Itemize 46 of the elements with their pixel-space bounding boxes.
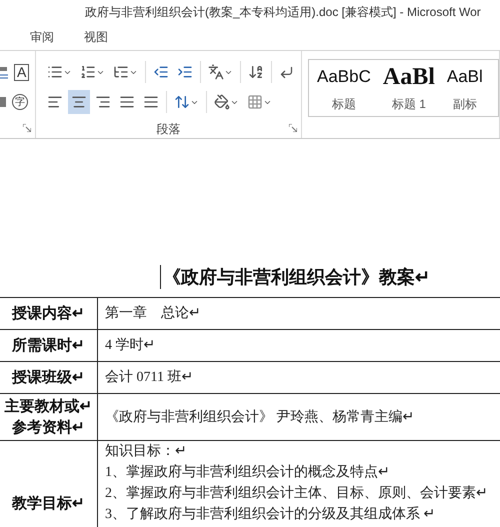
- row-label: 所需课时↵: [12, 336, 85, 356]
- row-label: 教学目标↵: [12, 494, 85, 514]
- language-icon: [208, 64, 224, 80]
- cell-text: 第一章 总论↵: [105, 304, 202, 323]
- ribbon-tab[interactable]: 视图: [84, 28, 108, 46]
- cell-text: 1、掌握政府与非营利组织会计的概念及特点↵: [105, 463, 391, 482]
- align-icon: [95, 94, 111, 110]
- up-down-arrow-icon: [174, 94, 190, 110]
- cell-text: 2、掌握政府与非营利组织会计主体、目标、原则、会计要素↵: [105, 484, 489, 503]
- grid-icon: [247, 94, 263, 110]
- dialog-launcher-icon[interactable]: [23, 124, 31, 132]
- cell-text: 会计 0711 班↵: [105, 368, 194, 387]
- align-icon: [143, 94, 159, 110]
- bullet-list-icon: [47, 64, 63, 80]
- row-label: 参考资料↵: [12, 418, 85, 438]
- row-label: 授课内容↵: [12, 304, 85, 324]
- cell-text: 知识目标：↵: [105, 442, 188, 461]
- sort-icon: [248, 64, 264, 80]
- style-name[interactable]: 标题 1: [392, 96, 426, 112]
- style-name[interactable]: 标题: [332, 96, 356, 112]
- character-border-button[interactable]: A: [14, 64, 30, 80]
- cell-text: 3、了解政府与非营利组织会计的分级及其组成体系 ↵: [105, 505, 436, 524]
- group-label: 段落: [156, 121, 180, 138]
- align-icon: [71, 94, 87, 110]
- multilevel-list-icon: [113, 64, 129, 80]
- ribbon-tab[interactable]: 审阅: [30, 28, 54, 46]
- cell-text: 《政府与非营利组织会计》 尹玲燕、杨常青主编↵: [105, 408, 416, 426]
- align-icon: [119, 94, 135, 110]
- style-preview[interactable]: AaBl: [446, 64, 483, 90]
- numbered-list-icon: [80, 64, 96, 80]
- style-name[interactable]: 副标: [452, 96, 477, 112]
- enclose-character-button[interactable]: 字: [12, 94, 28, 110]
- align-button[interactable]: [68, 90, 90, 114]
- row-label: 主要教材或↵: [4, 396, 92, 417]
- row-label: 授课班级↵: [12, 368, 85, 388]
- document-title: 《政府与非营利组织会计》教案↵: [160, 265, 430, 289]
- return-arrow-icon: [279, 64, 294, 80]
- cell-text: 4 学时↵: [105, 336, 156, 355]
- style-preview[interactable]: AaBbC: [317, 64, 371, 90]
- paint-bucket-icon: [214, 94, 230, 110]
- increase-indent-icon: [177, 64, 193, 80]
- window-title: 政府与非营利组织会计(教案_本专科均适用).doc [兼容模式] - Microsoft Wor: [85, 4, 481, 20]
- align-icon: [47, 94, 63, 110]
- style-preview[interactable]: AaBl: [382, 64, 435, 90]
- decrease-indent-icon: [153, 64, 169, 80]
- dialog-launcher-icon[interactable]: [289, 124, 297, 132]
